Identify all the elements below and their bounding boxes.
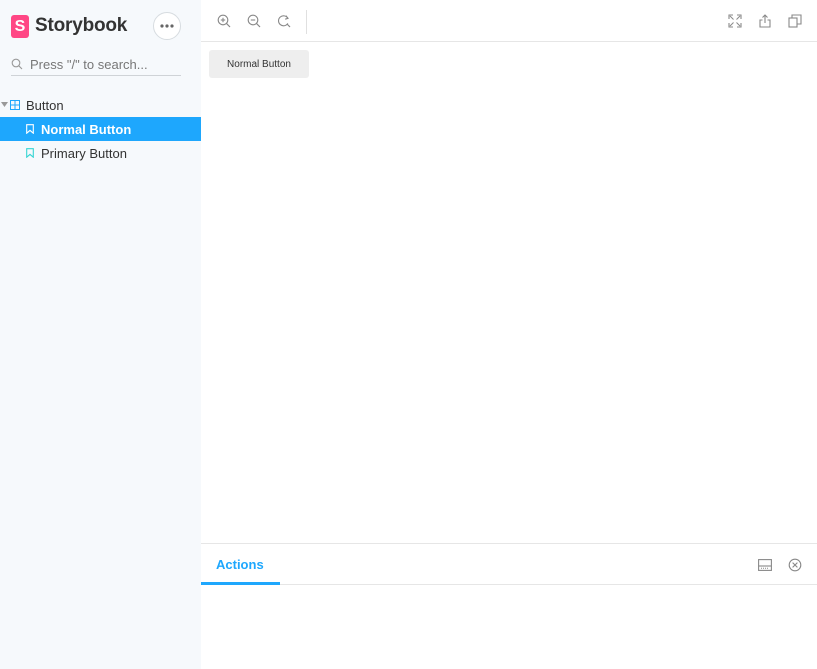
fullscreen-button[interactable] [727, 13, 743, 29]
addons-panel: Actions [201, 543, 817, 669]
storybook-logo-icon: S [11, 14, 29, 38]
panel-orientation-button[interactable] [757, 557, 773, 573]
caret-down-icon [1, 102, 8, 107]
fullscreen-icon [728, 14, 742, 28]
share-icon [759, 14, 771, 28]
component-icon [10, 100, 20, 110]
zoom-in-button[interactable] [216, 13, 232, 29]
tree-item-normal-button[interactable]: Normal Button [0, 117, 201, 141]
close-panel-icon [788, 558, 802, 572]
bookmark-icon [26, 124, 34, 134]
storybook-app: S Storybook Press "/" to search... Butto… [0, 0, 817, 669]
zoom-reset-icon [277, 15, 291, 28]
zoom-out-icon [247, 14, 261, 28]
sidebar-menu-button[interactable] [153, 12, 181, 40]
tree-group-label: Button [26, 98, 64, 113]
copy-link-button[interactable] [787, 13, 803, 29]
tab-actions[interactable]: Actions [201, 544, 280, 585]
zoom-out-button[interactable] [246, 13, 262, 29]
panel-tabs: Actions [201, 544, 817, 585]
copy-icon [788, 14, 802, 28]
zoom-reset-button[interactable] [276, 13, 292, 29]
normal-button-preview[interactable]: Normal Button [209, 50, 309, 78]
storybook-logo[interactable]: S Storybook [11, 14, 127, 38]
share-button[interactable] [757, 13, 773, 29]
panel-orientation-icon [758, 559, 772, 571]
zoom-in-icon [217, 14, 231, 28]
tab-label: Actions [216, 557, 264, 572]
tree-group-button[interactable]: Button [0, 93, 201, 117]
search-field [11, 53, 181, 76]
actions-log [201, 586, 817, 669]
preview-area: Normal Button [201, 0, 817, 543]
ellipsis-icon [160, 24, 174, 28]
close-panel-button[interactable] [787, 557, 803, 573]
search-input[interactable] [30, 56, 175, 72]
tree-item-label: Normal Button [41, 122, 132, 137]
preview-toolbar [201, 0, 817, 42]
toolbar-divider [306, 10, 307, 34]
tree-item-label: Primary Button [41, 146, 127, 161]
brand-name: Storybook [35, 15, 128, 36]
sidebar: S Storybook Press "/" to search... Butto… [0, 0, 201, 669]
bookmark-icon [26, 148, 34, 158]
search-icon [11, 58, 23, 70]
tree-item-primary-button[interactable]: Primary Button [0, 141, 201, 165]
